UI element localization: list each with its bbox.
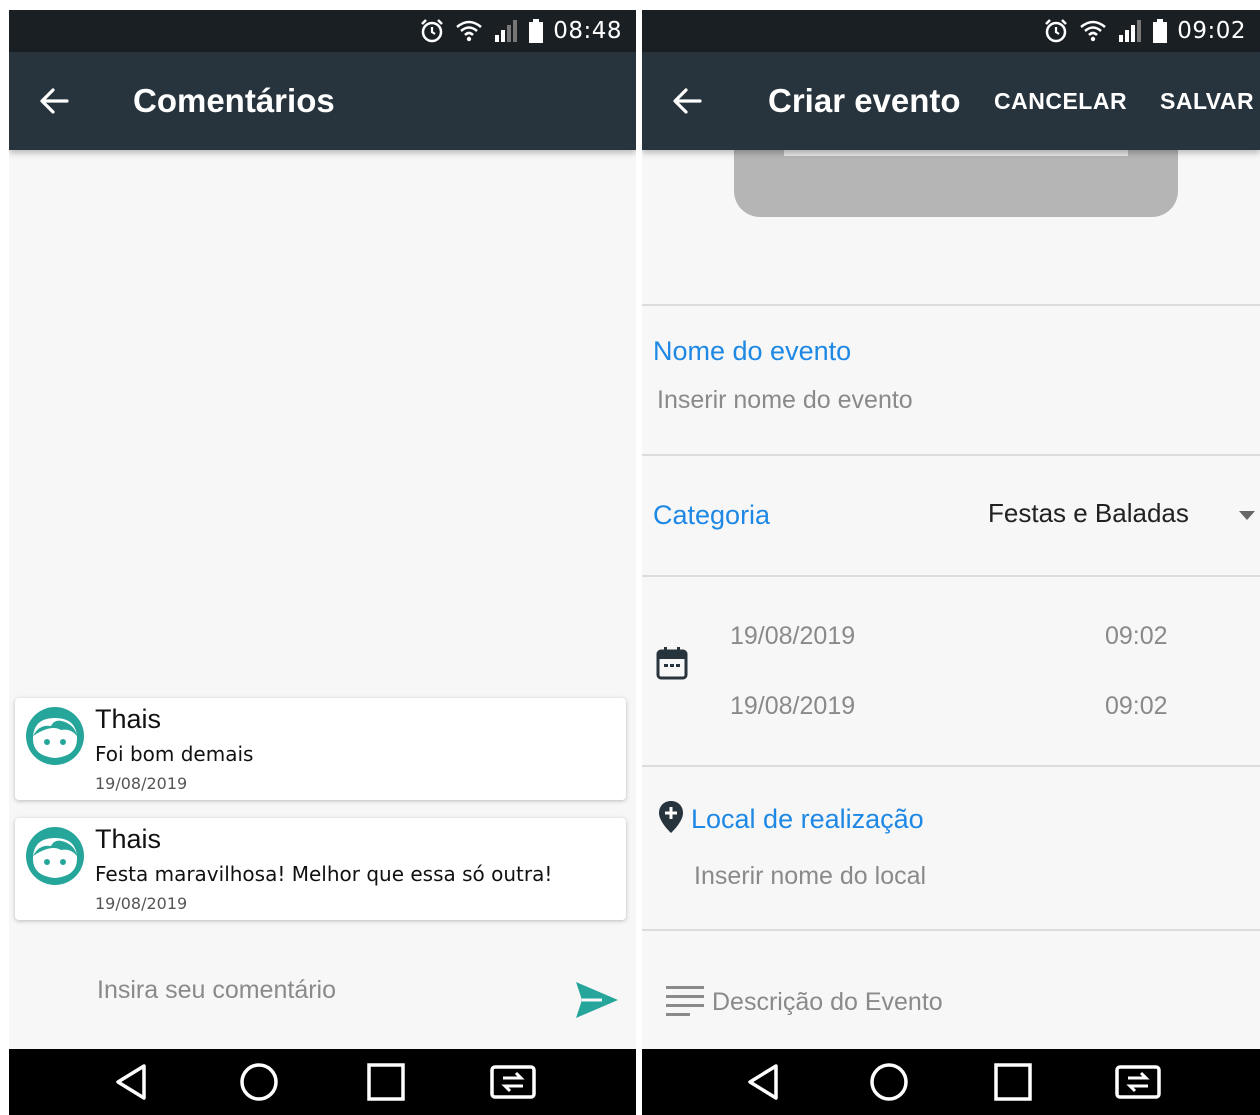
end-date-field[interactable]: 19/08/2019 xyxy=(730,692,855,721)
divider xyxy=(642,304,1260,306)
wifi-icon xyxy=(455,19,483,43)
location-label: Local de realização xyxy=(691,804,924,834)
send-button[interactable] xyxy=(572,978,622,1022)
nav-home-button[interactable] xyxy=(229,1057,289,1107)
comments-screen: 08:48 Comentários Thais Foi bom demais 1… xyxy=(9,10,636,1115)
event-name-label: Nome do evento xyxy=(653,336,852,366)
system-nav-bar xyxy=(9,1049,636,1115)
comment-author: Thais xyxy=(95,704,162,734)
image-placeholder-inner xyxy=(784,150,1128,156)
alarm-icon xyxy=(419,18,445,44)
description-input[interactable] xyxy=(712,988,1212,1017)
nav-back-icon xyxy=(116,1064,147,1100)
page-title: Comentários xyxy=(133,82,335,119)
back-button[interactable] xyxy=(642,52,732,150)
start-date-field[interactable]: 19/08/2019 xyxy=(730,622,855,651)
nav-recents-icon xyxy=(367,1063,405,1101)
status-bar: 08:48 xyxy=(9,10,636,52)
back-arrow-icon xyxy=(673,88,702,114)
app-bar: Comentários xyxy=(9,52,636,150)
divider xyxy=(642,765,1260,767)
nav-home-button[interactable] xyxy=(859,1057,919,1107)
category-select[interactable]: Festas e Baladas xyxy=(972,490,1260,540)
wifi-icon xyxy=(1079,19,1107,43)
comment-author: Thais xyxy=(95,824,162,854)
avatar-icon xyxy=(26,707,84,765)
avatar-icon xyxy=(26,827,84,885)
back-button[interactable] xyxy=(9,52,99,150)
divider xyxy=(642,575,1260,577)
nav-back-icon xyxy=(748,1064,778,1100)
comment-card: Thais Festa maravilhosa! Melhor que essa… xyxy=(15,818,626,920)
create-event-screen: 09:02 Criar evento CANCELAR SALVAR Nome … xyxy=(642,10,1260,1115)
system-nav-bar xyxy=(642,1049,1260,1115)
divider xyxy=(642,454,1260,456)
cancel-button[interactable]: CANCELAR xyxy=(994,88,1127,115)
nav-recents-button[interactable] xyxy=(356,1057,416,1107)
start-time-field[interactable]: 09:02 xyxy=(1105,622,1168,651)
category-label: Categoria xyxy=(653,500,771,530)
nav-screen-mirror-button[interactable] xyxy=(483,1057,543,1107)
app-bar: Criar evento CANCELAR SALVAR xyxy=(642,52,1260,150)
nav-back-button[interactable] xyxy=(102,1057,162,1107)
status-time: 08:48 xyxy=(553,18,622,44)
nav-recents-icon xyxy=(994,1063,1032,1101)
category-selected-value: Festas e Baladas xyxy=(988,498,1189,528)
event-image-placeholder[interactable] xyxy=(734,150,1178,217)
comment-text: Festa maravilhosa! Melhor que essa só ou… xyxy=(95,862,553,886)
location-pin-icon xyxy=(659,801,683,833)
description-lines-icon xyxy=(666,986,704,1016)
battery-icon xyxy=(1153,19,1168,43)
nav-home-icon xyxy=(870,1063,908,1101)
back-arrow-icon xyxy=(40,88,69,114)
signal-icon xyxy=(1117,19,1143,43)
nav-back-button[interactable] xyxy=(734,1057,794,1107)
battery-icon xyxy=(529,19,544,43)
comment-card: Thais Foi bom demais 19/08/2019 xyxy=(15,698,626,800)
location-input[interactable] xyxy=(694,862,1214,891)
save-button[interactable]: SALVAR xyxy=(1160,88,1254,115)
event-name-input[interactable] xyxy=(657,386,1217,415)
signal-icon xyxy=(493,19,519,43)
nav-recents-button[interactable] xyxy=(983,1057,1043,1107)
calendar-icon xyxy=(656,647,688,680)
page-title: Criar evento xyxy=(768,82,961,119)
end-time-field[interactable]: 09:02 xyxy=(1105,692,1168,721)
divider xyxy=(642,929,1260,931)
nav-screen-mirror-button[interactable] xyxy=(1108,1057,1168,1107)
comment-date: 19/08/2019 xyxy=(95,894,188,913)
comment-text: Foi bom demais xyxy=(95,742,254,766)
alarm-icon xyxy=(1043,18,1069,44)
comment-date: 19/08/2019 xyxy=(95,774,188,793)
nav-home-icon xyxy=(240,1063,278,1101)
dropdown-arrow-icon xyxy=(1239,511,1255,520)
status-time: 09:02 xyxy=(1177,18,1246,44)
nav-screen-mirror-icon xyxy=(1115,1065,1161,1099)
comment-input[interactable] xyxy=(97,976,557,1005)
send-icon xyxy=(576,982,618,1018)
nav-screen-mirror-icon xyxy=(489,1065,536,1099)
status-bar: 09:02 xyxy=(642,10,1260,52)
